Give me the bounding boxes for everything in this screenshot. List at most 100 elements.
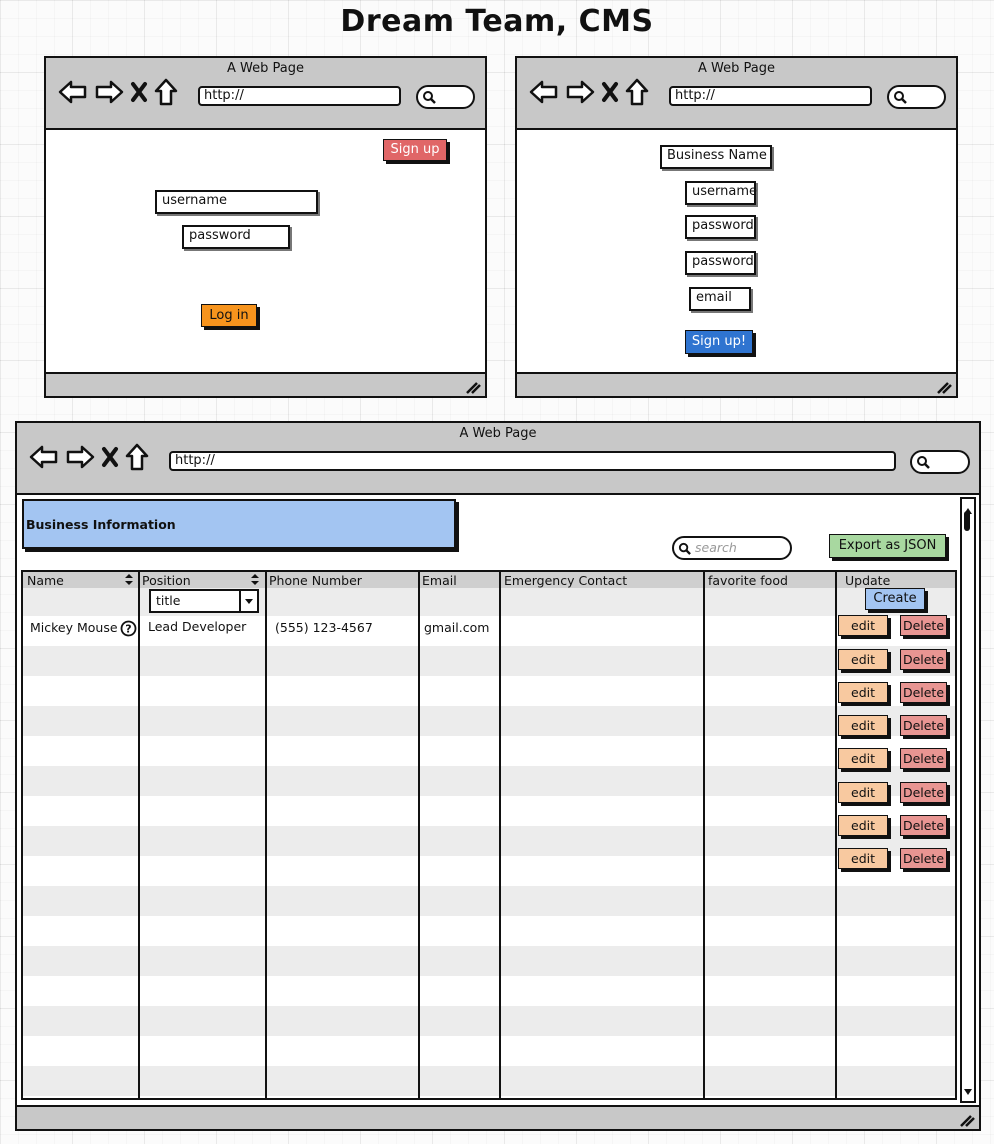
cms-browser-window: A Web Page http:// Business Information …	[15, 421, 981, 1131]
browser-toolbar: A Web Page http://	[517, 58, 956, 130]
browser-search-box[interactable]	[910, 450, 970, 474]
delete-button[interactable]: Delete	[900, 848, 947, 869]
vertical-scrollbar[interactable]	[960, 497, 976, 1103]
table-row	[23, 856, 955, 886]
column-header-favorite-food: favorite food	[708, 573, 788, 588]
table-row	[23, 826, 955, 856]
sort-arrows-icon[interactable]	[124, 573, 134, 586]
column-header-update: Update	[845, 573, 891, 588]
position-filter-select[interactable]: title	[149, 589, 259, 613]
password-field[interactable]: password	[685, 215, 756, 239]
svg-text:?: ?	[125, 623, 131, 636]
table-row	[23, 976, 955, 1006]
browser-statusbar	[517, 372, 956, 396]
delete-button[interactable]: Delete	[900, 748, 947, 769]
sort-arrows-icon[interactable]	[250, 573, 260, 586]
browser-search-box[interactable]	[416, 85, 475, 109]
cell-phone: (555) 123-4567	[275, 620, 373, 635]
table-row	[23, 736, 955, 766]
resize-grip-icon[interactable]	[465, 380, 481, 394]
username-field[interactable]: username	[155, 190, 318, 214]
home-icon[interactable]	[625, 78, 649, 110]
scroll-down-icon[interactable]	[963, 1081, 973, 1100]
delete-button[interactable]: Delete	[900, 782, 947, 803]
table-row	[23, 886, 955, 916]
stop-x-icon[interactable]	[101, 446, 119, 472]
export-json-button[interactable]: Export as JSON	[829, 534, 946, 558]
forward-arrow-icon[interactable]	[565, 79, 595, 109]
delete-button[interactable]: Delete	[900, 615, 947, 636]
browser-statusbar	[46, 372, 485, 396]
back-arrow-icon[interactable]	[29, 444, 59, 474]
scrollbar-thumb[interactable]	[964, 511, 970, 531]
resize-grip-icon[interactable]	[936, 380, 952, 394]
url-bar[interactable]: http://	[169, 451, 896, 471]
back-arrow-icon[interactable]	[58, 79, 88, 109]
column-divider	[703, 572, 705, 1098]
business-information-panel: Business Information	[22, 499, 456, 549]
table-row	[23, 1036, 955, 1066]
stop-x-icon[interactable]	[130, 81, 148, 107]
signup-browser-window: A Web Page http:// Business Name usernam…	[515, 56, 958, 398]
column-divider	[835, 572, 837, 1098]
table-row	[23, 676, 955, 706]
panel-title: Business Information	[26, 517, 176, 532]
signup-button[interactable]: Sign up	[383, 139, 447, 161]
delete-button[interactable]: Delete	[900, 715, 947, 736]
delete-button[interactable]: Delete	[900, 649, 947, 670]
url-bar[interactable]: http://	[198, 86, 401, 106]
home-icon[interactable]	[154, 78, 178, 110]
edit-button[interactable]: edit	[838, 615, 888, 636]
stop-x-icon[interactable]	[601, 81, 619, 107]
column-header-emergency-contact: Emergency Contact	[504, 573, 628, 588]
page-title: Dream Team, CMS	[340, 4, 654, 39]
password-field[interactable]: password	[182, 225, 290, 249]
edit-button[interactable]: edit	[838, 715, 888, 736]
resize-grip-icon[interactable]	[959, 1113, 975, 1127]
column-header-name[interactable]: Name	[27, 573, 64, 588]
delete-button[interactable]: Delete	[900, 682, 947, 703]
column-header-phone: Phone Number	[269, 573, 362, 588]
position-filter-value: title	[156, 593, 181, 608]
forward-arrow-icon[interactable]	[65, 444, 95, 474]
browser-toolbar: A Web Page http://	[17, 423, 979, 495]
browser-title: A Web Page	[459, 426, 537, 441]
forward-arrow-icon[interactable]	[94, 79, 124, 109]
cell-email: gmail.com	[424, 620, 490, 635]
dropdown-arrow-icon[interactable]	[239, 591, 257, 611]
edit-button[interactable]: edit	[838, 848, 888, 869]
help-icon[interactable]: ?	[120, 620, 137, 637]
username-field[interactable]: username	[685, 181, 757, 205]
login-button[interactable]: Log in	[201, 304, 257, 327]
search-icon	[423, 91, 436, 104]
business-name-field[interactable]: Business Name	[660, 145, 772, 169]
employee-table: Name Position Phone Number Email Emergen…	[21, 570, 957, 1100]
browser-statusbar	[17, 1105, 979, 1129]
browser-search-box[interactable]	[887, 85, 946, 109]
column-divider	[499, 572, 501, 1098]
email-field[interactable]: email	[689, 287, 751, 311]
edit-button[interactable]: edit	[838, 649, 888, 670]
edit-button[interactable]: edit	[838, 748, 888, 769]
table-search-input[interactable]: search	[672, 536, 792, 560]
edit-button[interactable]: edit	[838, 815, 888, 836]
edit-button[interactable]: edit	[838, 782, 888, 803]
delete-button[interactable]: Delete	[900, 815, 947, 836]
search-icon	[917, 456, 930, 469]
table-row	[23, 766, 955, 796]
column-header-position[interactable]: Position	[142, 573, 191, 588]
column-header-email: Email	[422, 573, 457, 588]
table-row	[23, 1096, 955, 1098]
edit-button[interactable]: edit	[838, 682, 888, 703]
table-row	[23, 646, 955, 676]
cell-position: Lead Developer	[148, 619, 247, 634]
create-button[interactable]: Create	[865, 588, 925, 610]
table-row	[23, 1066, 955, 1096]
signup-submit-button[interactable]: Sign up!	[685, 330, 753, 354]
cell-name: Mickey Mouse	[30, 620, 118, 635]
url-bar[interactable]: http://	[669, 86, 872, 106]
home-icon[interactable]	[125, 443, 149, 475]
table-row	[23, 946, 955, 976]
back-arrow-icon[interactable]	[529, 79, 559, 109]
confirm-password-field[interactable]: password	[685, 251, 756, 275]
